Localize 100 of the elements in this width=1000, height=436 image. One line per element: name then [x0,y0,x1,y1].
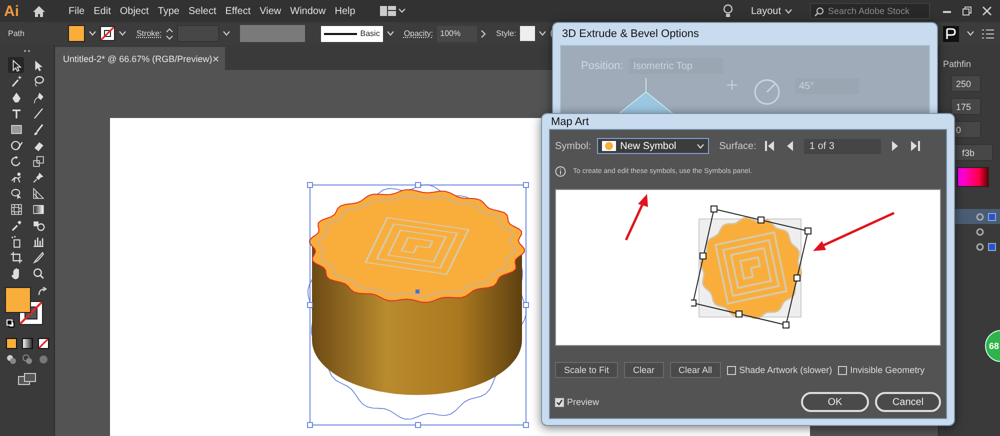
cancel-button[interactable]: Cancel [875,392,941,412]
draw-behind-icon[interactable] [22,354,32,365]
color-spectrum[interactable] [957,167,989,187]
workspace-switcher-icon[interactable] [380,6,406,16]
gradient-square-icon[interactable] [32,202,44,216]
figure-icon[interactable] [10,170,22,184]
lasso-icon[interactable] [32,74,44,88]
target-circle-icon[interactable] [976,212,984,220]
collapse-icon[interactable] [22,49,32,53]
style-label: Style: [496,29,516,38]
gradient-mode-icon[interactable] [22,338,32,349]
screen-mode-icon[interactable] [18,373,36,385]
menu-item[interactable]: Edit [89,6,116,16]
brush-icon[interactable] [32,122,44,136]
menu-item[interactable]: Select [184,6,221,16]
dialog-button[interactable]: Clear All [670,362,722,378]
grid-plane-icon[interactable] [32,186,44,200]
target-circle-icon[interactable] [976,242,984,250]
wand-icon[interactable] [10,74,22,88]
stroke-swatch[interactable] [100,26,116,41]
value-field[interactable]: 175 [951,98,981,115]
dialog-button[interactable]: Scale to Fit [555,362,618,378]
menu-item[interactable]: Effect [220,6,256,16]
dialog-button[interactable]: Clear [624,362,664,378]
opacity-label[interactable]: Opacity: [404,29,434,38]
eyedropper-icon[interactable] [10,218,22,232]
fill-swatch[interactable] [5,287,31,313]
close-tab-button[interactable]: × [212,52,220,66]
menu-item[interactable]: Window [286,6,330,16]
layout-dropdown[interactable]: Layout [744,4,798,18]
panel-tab[interactable]: Pathfin [943,59,972,69]
opacity-field[interactable]: 100% [437,26,478,42]
mesh-icon[interactable] [10,202,22,216]
caret-icon[interactable] [967,31,974,36]
document-tab[interactable]: Untitled-2* @ 66.67% (RGB/Preview)× [55,47,225,70]
caret-icon[interactable] [89,31,96,36]
bounding-box[interactable] [691,206,812,328]
dialog-title: Map Art [550,114,590,129]
curved-pen-icon[interactable] [32,90,44,104]
list-icon[interactable] [982,28,994,38]
menu-item[interactable]: Help [330,6,360,16]
overlapping-squares-icon[interactable] [32,154,44,168]
blend-shapes-icon[interactable] [32,218,44,232]
restore-icon[interactable] [962,6,972,16]
line-icon[interactable] [32,106,44,120]
swap-arrow-icon[interactable] [38,287,47,296]
pin-icon[interactable] [32,170,44,184]
style-swatch[interactable] [520,26,536,41]
value-field[interactable]: 250 [951,75,981,92]
search-icon[interactable] [32,266,44,280]
selection-label: Path [8,29,24,38]
default-colors-icon[interactable] [6,319,15,328]
menu-item[interactable]: File [64,6,90,16]
checkbox[interactable]: Preview [555,397,600,407]
ok-button[interactable]: OK [801,392,869,412]
menu-item[interactable]: View [255,6,286,16]
panel-icon[interactable] [943,26,959,42]
caret-icon[interactable] [386,31,394,36]
caret-icon[interactable] [119,31,126,36]
menu-item[interactable]: Object [115,6,154,16]
arrow [624,194,648,240]
surface-field[interactable]: 1 of 3 [804,138,882,154]
draw-inside-icon[interactable] [38,354,48,365]
home-icon[interactable] [32,4,46,18]
symbol-dropdown[interactable]: New Symbol [597,138,710,154]
circle-stroke-icon[interactable] [10,138,22,152]
stroke-label[interactable]: Stroke: [136,29,162,38]
fill-swatch[interactable] [68,25,86,42]
draw-normal-icon[interactable] [6,354,16,365]
selection-square[interactable] [988,242,996,250]
rectangle-icon[interactable] [10,122,22,136]
document-tab-title[interactable]: Untitled-2* @ 66.67% (RGB/Preview) [63,54,212,64]
caret-icon[interactable] [697,144,704,148]
bar-chart-icon[interactable] [32,234,44,248]
letter-t-icon[interactable] [10,106,22,120]
menu-item[interactable]: Type [153,6,184,16]
crop-icon[interactable] [10,250,22,264]
checkbox[interactable]: Invisible Geometry [838,365,925,375]
search-field[interactable]: Search Adobe Stock [810,3,930,19]
rotate-arrow-icon[interactable] [10,154,22,168]
app-logo: Ai [4,2,20,20]
none-mode-icon[interactable] [38,338,48,349]
close-icon[interactable] [982,6,992,16]
knife-icon[interactable] [32,250,44,264]
selection-square[interactable] [988,212,996,220]
shape-cursor-icon[interactable] [10,186,22,200]
dialog-title: 3D Extrude & Bevel Options [561,27,700,42]
checkmark-icon [556,398,563,406]
sprayer-icon[interactable] [10,234,22,248]
color-mode-icon[interactable] [6,338,16,349]
chevron-icon[interactable] [481,30,486,38]
brush-dropdown[interactable]: Basic [320,26,383,42]
lightbulb-icon[interactable] [722,4,733,18]
spinner-icon[interactable] [166,28,173,40]
pen-nib-icon[interactable] [10,90,22,104]
caret-icon[interactable] [222,31,230,36]
caret-icon[interactable] [539,31,546,36]
target-circle-icon[interactable] [976,228,984,236]
caret-icon[interactable] [785,8,792,14]
checkbox[interactable]: Shade Artwork (slower) [727,365,832,375]
